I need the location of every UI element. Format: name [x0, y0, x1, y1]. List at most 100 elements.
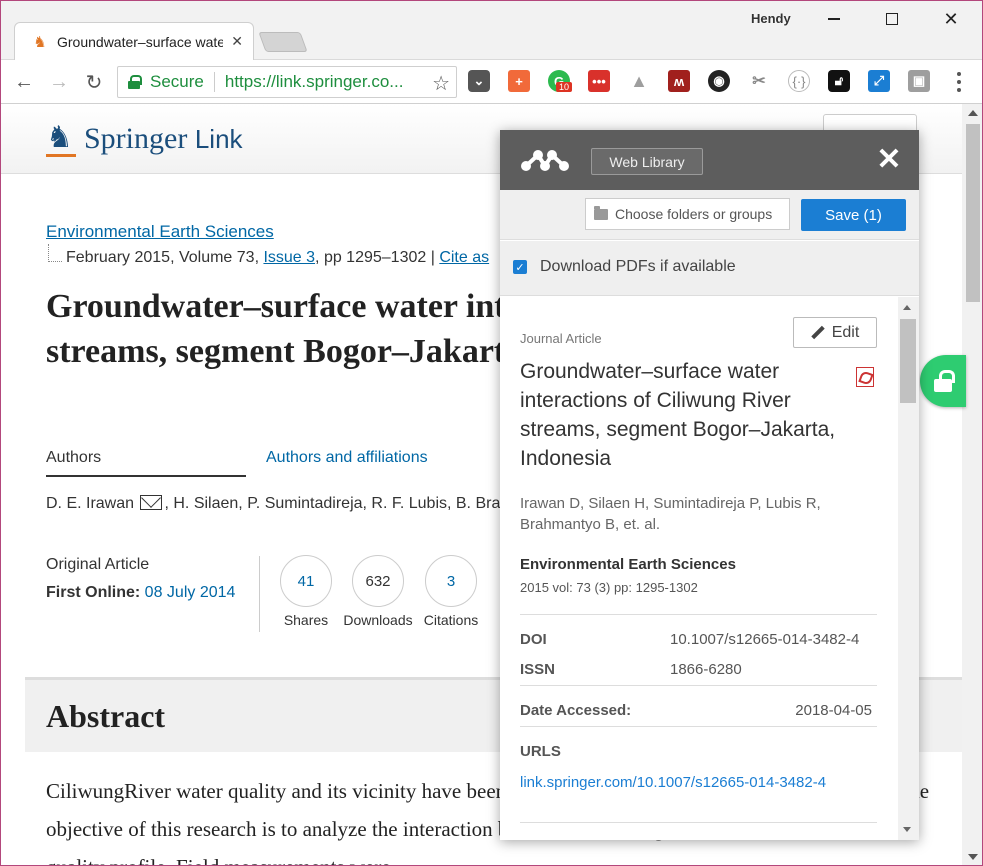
- document-authors: Irawan D, Silaen H, Sumintadireja P, Lub…: [520, 495, 821, 533]
- citation-bracket: [48, 244, 62, 262]
- popup-scrollbar[interactable]: [898, 297, 919, 840]
- resize-icon[interactable]: ⤢: [868, 70, 890, 92]
- divider: [520, 614, 877, 615]
- shares-count: 41: [280, 555, 332, 607]
- box-icon[interactable]: ▣: [908, 70, 930, 92]
- document-journal: Environmental Earth Sciences: [520, 556, 736, 573]
- unlock-icon[interactable]: 🔓︎: [828, 70, 850, 92]
- lock-icon: [128, 75, 142, 89]
- edit-button[interactable]: Edit: [793, 317, 877, 348]
- popup-header: Web Library ✕: [500, 130, 919, 190]
- page-scrollbar[interactable]: [962, 104, 983, 866]
- forward-arrow-icon: →: [49, 70, 69, 93]
- back-button[interactable]: ←: [12, 70, 36, 94]
- new-tab-button[interactable]: [258, 32, 308, 52]
- tab-close-icon[interactable]: ✕: [231, 33, 243, 50]
- springer-logo[interactable]: Springer Link: [84, 122, 243, 156]
- save-button[interactable]: Save (1): [801, 199, 906, 231]
- citation-pages: , pp 1295–1302 |: [315, 249, 440, 266]
- journal-link[interactable]: Environmental Earth Sciences: [46, 222, 274, 242]
- citation-line: February 2015, Volume 73, Issue 3, pp 12…: [66, 249, 489, 267]
- forward-button[interactable]: →: [47, 70, 71, 94]
- citations-label: Citations: [423, 612, 479, 628]
- first-online-label: First Online:: [46, 584, 145, 601]
- popup-scrollbar-thumb[interactable]: [900, 319, 916, 403]
- springer-favicon-icon: ♞: [33, 33, 47, 51]
- pdf-icon[interactable]: [856, 367, 874, 387]
- logo-underline: [46, 154, 76, 157]
- bracket-icon[interactable]: {·}: [788, 70, 810, 92]
- issn-label: ISSN: [520, 661, 556, 678]
- metric-shares[interactable]: 41 Shares: [266, 555, 346, 628]
- download-pdf-checkbox[interactable]: ✓: [513, 260, 527, 274]
- date-accessed-label: Date Accessed:: [520, 702, 632, 719]
- plus-icon[interactable]: +: [508, 70, 530, 92]
- unpaywall-tab[interactable]: [920, 355, 966, 407]
- camera-icon[interactable]: ◉: [708, 70, 730, 92]
- logo-main-text: Springer: [84, 122, 188, 155]
- profile-name[interactable]: Hendy: [751, 11, 791, 26]
- mendeley-icon[interactable]: ʍ: [668, 70, 690, 92]
- cite-as-link[interactable]: Cite as: [439, 249, 489, 266]
- pencil-icon: [811, 326, 824, 339]
- maximize-icon: [886, 13, 898, 25]
- folder-placeholder: Choose folders or groups: [615, 206, 773, 222]
- citations-count: 3: [425, 555, 477, 607]
- maximize-button[interactable]: [872, 6, 912, 32]
- browser-tab[interactable]: ♞ Groundwater–surface water interactions…: [14, 22, 254, 60]
- scrollbar-thumb[interactable]: [966, 124, 980, 302]
- scroll-down-icon[interactable]: [968, 854, 978, 860]
- minimize-icon: [828, 18, 840, 20]
- issue-link[interactable]: Issue 3: [263, 249, 315, 266]
- divider: [520, 685, 877, 686]
- doi-value: 10.1007/s12665-014-3482-4: [670, 631, 860, 648]
- url-text[interactable]: https://link.springer.co...: [225, 72, 404, 92]
- author-first[interactable]: D. E. Irawan: [46, 495, 134, 512]
- minimize-button[interactable]: [814, 6, 854, 32]
- metric-downloads[interactable]: 632 Downloads: [338, 555, 418, 628]
- mendeley-logo-icon: [521, 150, 569, 171]
- url-link[interactable]: link.springer.com/10.1007/s12665-014-348…: [520, 774, 826, 791]
- save-row: Choose folders or groups Save (1): [500, 190, 919, 240]
- document-title: Groundwater–surface water interactions o…: [520, 360, 836, 470]
- issn-value: 1866-6280: [670, 661, 742, 678]
- dots-icon[interactable]: •••: [588, 70, 610, 92]
- tab-authors-affiliations[interactable]: Authors and affiliations: [266, 449, 428, 467]
- first-online-date: 08 July 2014: [144, 584, 236, 601]
- document-type: Journal Article: [520, 331, 602, 346]
- divider: [520, 822, 877, 823]
- omnibox-divider: [213, 72, 215, 92]
- scissors-icon[interactable]: ✂: [748, 70, 770, 92]
- reload-icon: ↻: [85, 71, 103, 94]
- divider: [520, 726, 877, 727]
- article-type: Original Article: [46, 556, 150, 573]
- grammarly-icon[interactable]: G 10: [548, 70, 573, 92]
- reload-button[interactable]: ↻: [82, 70, 106, 94]
- download-pdf-label[interactable]: Download PDFs if available: [540, 258, 736, 276]
- document-details: Journal Article Edit Groundwater–surface…: [500, 297, 919, 840]
- springer-horse-icon: ♞: [46, 121, 73, 154]
- browser-menu-icon[interactable]: [952, 70, 966, 94]
- first-online: First Online: 08 July 2014: [46, 584, 235, 602]
- web-library-button[interactable]: Web Library: [591, 148, 703, 175]
- popup-scroll-up-icon[interactable]: [903, 305, 911, 310]
- bookmark-star-icon[interactable]: ☆: [432, 71, 450, 96]
- pocket-icon[interactable]: ⌄: [468, 70, 490, 92]
- mendeley-popup: Web Library ✕ Choose folders or groups S…: [500, 130, 919, 840]
- email-icon[interactable]: [140, 495, 163, 510]
- doi-label: DOI: [520, 631, 547, 648]
- browser-toolbar: ← → ↻ Secure https://link.springer.co...…: [0, 60, 983, 104]
- window-close-button[interactable]: ✕: [931, 6, 971, 32]
- shares-label: Shares: [283, 612, 329, 628]
- citation-prefix: February 2015, Volume 73,: [66, 249, 264, 266]
- folder-picker[interactable]: Choose folders or groups: [585, 198, 790, 230]
- metrics-divider: [259, 556, 260, 632]
- scroll-up-icon[interactable]: [968, 110, 978, 116]
- tab-authors[interactable]: Authors: [46, 449, 246, 477]
- abstract-title: Abstract: [46, 698, 166, 734]
- metric-citations[interactable]: 3 Citations: [411, 555, 491, 628]
- address-bar[interactable]: Secure https://link.springer.co... ☆: [117, 66, 457, 98]
- popup-scroll-down-icon[interactable]: [903, 827, 911, 832]
- drive-icon[interactable]: ▲: [628, 70, 650, 92]
- popup-close-icon[interactable]: ✕: [876, 143, 902, 176]
